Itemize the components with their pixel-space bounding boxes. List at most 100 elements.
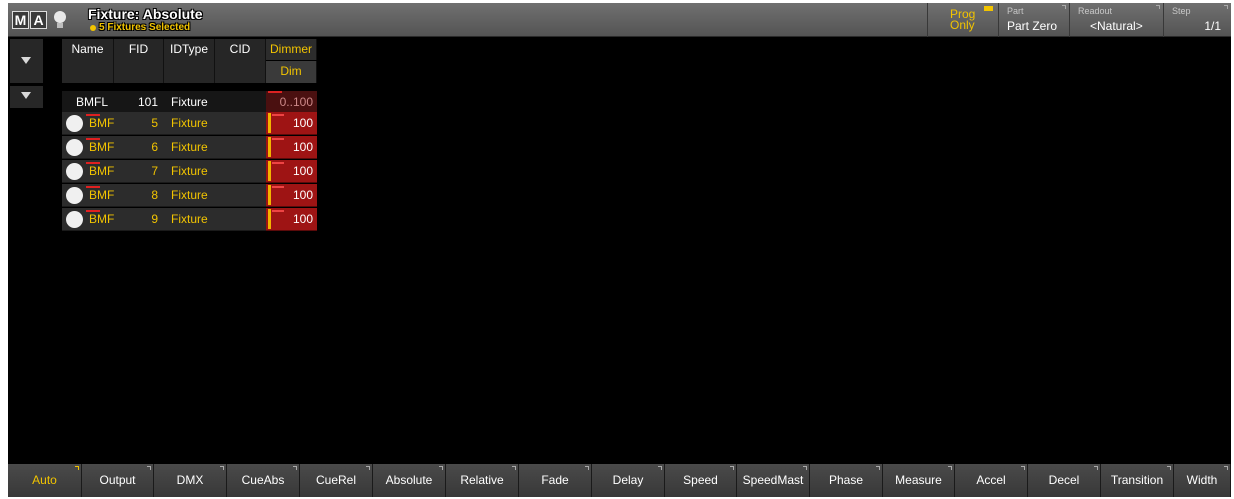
dimmer-range-text: 0..100: [279, 95, 313, 109]
dimmer-value-text: 100: [292, 116, 313, 130]
title-bar: M A Fixture: Absolute 5 Fixtures Selecte…: [8, 3, 1231, 37]
tab-transition[interactable]: Transition: [1101, 464, 1174, 497]
corner-icon: [512, 466, 516, 470]
logo-letter-a: A: [30, 11, 47, 29]
tab-output[interactable]: Output: [82, 464, 154, 497]
selection-marker: [86, 210, 100, 212]
triangle-down-icon: [21, 92, 31, 99]
header-collapse-button[interactable]: [10, 39, 43, 83]
cell-idtype: Fixture: [164, 160, 215, 183]
dimmer-value-text: 100: [292, 140, 313, 154]
value-marker: [268, 91, 282, 93]
programmer-bar: [268, 113, 271, 133]
corner-icon: [366, 466, 370, 470]
prog-flag-icon: [984, 6, 993, 11]
step-selector[interactable]: Step 1/1: [1163, 3, 1231, 37]
corner-icon: [730, 466, 734, 470]
cell-dimmer-value[interactable]: 0..100: [266, 91, 317, 114]
corner-icon: [876, 466, 880, 470]
fixture-circle-icon: [66, 211, 83, 228]
tab-speedmast[interactable]: SpeedMast: [737, 464, 810, 497]
column-header-idtype[interactable]: IDType: [164, 39, 215, 83]
part-selector[interactable]: Part Part Zero: [998, 3, 1069, 37]
cell-cid: [215, 112, 266, 135]
programmer-bar: [268, 185, 271, 205]
corner-icon: [220, 466, 224, 470]
group-collapse-button[interactable]: [10, 86, 43, 108]
tab-relative[interactable]: Relative: [446, 464, 519, 497]
corner-icon: [1021, 466, 1025, 470]
logo-letter-m: M: [12, 11, 29, 29]
cell-fid: 5: [114, 112, 164, 135]
ma-logo[interactable]: M A: [12, 11, 47, 29]
cell-dimmer-value[interactable]: 100: [266, 112, 317, 135]
tab-width[interactable]: Width: [1174, 464, 1231, 497]
cell-name: BMFL: [62, 91, 114, 114]
cell-idtype: Fixture: [164, 208, 215, 231]
corner-icon: [75, 466, 79, 470]
corner-icon: [1156, 5, 1160, 9]
column-header-cid[interactable]: CID: [215, 39, 266, 83]
readout-value: <Natural>: [1090, 19, 1143, 33]
cell-fid: 101: [114, 91, 164, 114]
fixture-name: BMF: [89, 140, 115, 154]
cell-cid: [215, 136, 266, 159]
step-value: 1/1: [1204, 19, 1221, 33]
cell-dimmer-value[interactable]: 100: [266, 136, 317, 159]
value-marker: [272, 114, 284, 116]
cell-name: BMF: [62, 160, 114, 183]
programmer-bar: [268, 161, 271, 181]
tab-cueabs[interactable]: CueAbs: [227, 464, 300, 497]
corner-icon: [147, 466, 151, 470]
cell-cid: [215, 184, 266, 207]
tab-accel[interactable]: Accel: [955, 464, 1028, 497]
tab-speed[interactable]: Speed: [665, 464, 737, 497]
fixture-circle-icon: [66, 139, 83, 156]
corner-icon: [948, 466, 952, 470]
step-caption: Step: [1172, 6, 1191, 16]
cell-name: BMF: [62, 184, 114, 207]
cell-dimmer-value[interactable]: 100: [266, 184, 317, 207]
dimmer-value-text: 100: [292, 164, 313, 178]
tab-auto[interactable]: Auto: [8, 464, 82, 497]
tab-cuerel[interactable]: CueRel: [300, 464, 373, 497]
value-marker: [272, 138, 284, 140]
tab-delay[interactable]: Delay: [592, 464, 665, 497]
cell-fid: 9: [114, 208, 164, 231]
attribute-header-dimmer[interactable]: Dimmer: [266, 39, 317, 60]
readout-selector[interactable]: Readout <Natural>: [1069, 3, 1163, 37]
cell-idtype: Fixture: [164, 112, 215, 135]
tab-absolute[interactable]: Absolute: [373, 464, 446, 497]
prog-only-toggle[interactable]: Prog Only: [927, 3, 998, 37]
fixture-circle-icon: [66, 187, 83, 204]
cell-cid: [215, 208, 266, 231]
attribute-header-dim[interactable]: Dim: [266, 61, 317, 83]
prog-only-label: Prog Only: [950, 7, 976, 32]
cell-cid: [215, 91, 266, 114]
column-header-name[interactable]: Name: [62, 39, 114, 83]
tab-decel[interactable]: Decel: [1028, 464, 1101, 497]
selection-marker: [86, 162, 100, 164]
window-title: Fixture: Absolute: [88, 6, 203, 22]
tab-fade[interactable]: Fade: [519, 464, 592, 497]
column-header-fid[interactable]: FID: [114, 39, 164, 83]
selection-marker: [86, 138, 100, 140]
cell-dimmer-value[interactable]: 100: [266, 160, 317, 183]
part-caption: Part: [1007, 6, 1024, 16]
cell-dimmer-value[interactable]: 100: [266, 208, 317, 231]
corner-icon: [1062, 5, 1066, 9]
fixture-name: BMF: [89, 212, 115, 226]
tab-phase[interactable]: Phase: [810, 464, 883, 497]
part-value: Part Zero: [1007, 19, 1058, 33]
cell-name: BMF: [62, 208, 114, 231]
cell-name: BMF: [62, 136, 114, 159]
dimmer-value-text: 100: [292, 212, 313, 226]
programmer-bar: [268, 137, 271, 157]
tab-measure[interactable]: Measure: [883, 464, 955, 497]
corner-icon: [293, 466, 297, 470]
lightbulb-icon[interactable]: [54, 11, 66, 23]
value-marker: [272, 186, 284, 188]
selection-dot-icon: [90, 25, 96, 31]
tab-dmx[interactable]: DMX: [154, 464, 227, 497]
fixture-circle-icon: [66, 115, 83, 132]
